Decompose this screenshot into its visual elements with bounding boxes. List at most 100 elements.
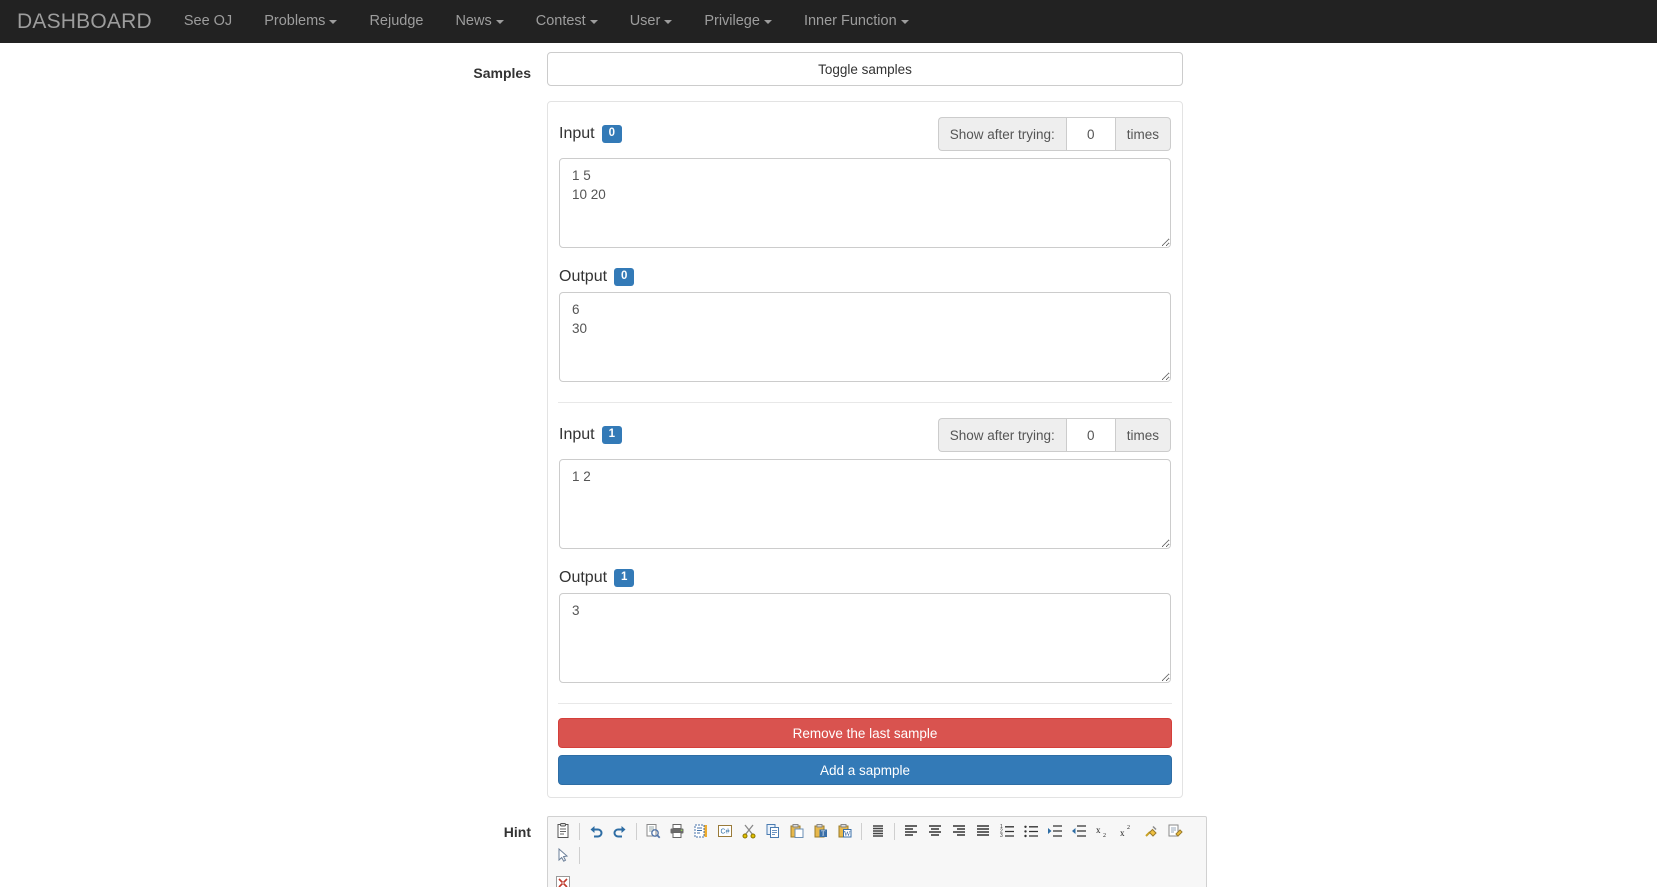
maximize-icon[interactable] — [552, 872, 574, 887]
sample-index-badge: 1 — [602, 426, 622, 444]
sample-input-textarea[interactable]: 1 5 10 20 — [559, 158, 1171, 248]
output-label: Output — [559, 268, 607, 286]
nav-item-problems[interactable]: Problems — [248, 0, 353, 43]
brand-dashboard[interactable]: DASHBOARD — [0, 0, 168, 43]
justify-block-icon[interactable] — [867, 820, 889, 842]
hint-field: C#TW123x2x2 H1ℱᴛTAABIUABC — [547, 816, 1207, 887]
preview-icon[interactable] — [642, 820, 664, 842]
top-navbar: DASHBOARD See OJ Problems Rejudge News Conte… — [0, 0, 1657, 43]
paste-text-icon[interactable]: T — [810, 820, 832, 842]
nav-item-label: Privilege — [704, 0, 760, 43]
nav-item-label: Problems — [264, 0, 325, 43]
sample-output-textarea[interactable]: 6 30 — [559, 292, 1171, 382]
nav-item-user[interactable]: User — [614, 0, 689, 43]
show-blocks-icon[interactable] — [690, 820, 712, 842]
nav-item-label: Rejudge — [369, 0, 423, 43]
times-label: times — [1116, 418, 1171, 452]
show-after-trying-input[interactable] — [1066, 117, 1116, 151]
sample-output-textarea[interactable]: 3 — [559, 593, 1171, 683]
times-label: times — [1116, 117, 1171, 151]
output-label-group: Output 1 — [559, 563, 1171, 593]
show-after-trying-group: Show after trying: times — [938, 117, 1171, 151]
chevron-down-icon — [901, 20, 909, 24]
nav-item-news[interactable]: News — [439, 0, 519, 43]
spacer — [559, 248, 1171, 262]
nav-item-label: See OJ — [184, 0, 232, 43]
paste-icon[interactable] — [786, 820, 808, 842]
nav-item-label: Inner Function — [804, 0, 897, 43]
add-sample-button[interactable]: Add a sapmple — [558, 755, 1172, 785]
nav-item-rejudge[interactable]: Rejudge — [353, 0, 439, 43]
edit-source-icon[interactable] — [1164, 820, 1186, 842]
align-left-icon[interactable] — [900, 820, 922, 842]
nav-item-inner-function[interactable]: Inner Function — [788, 0, 925, 43]
toolbar-separator — [636, 823, 637, 840]
sample-block: Input 1 Show after trying: times 1 2 Out… — [558, 417, 1172, 683]
toolbar-separator — [861, 823, 862, 840]
show-after-trying-input[interactable] — [1066, 418, 1116, 452]
problem-form: Samples Toggle samples Input 0 Show afte… — [0, 43, 1657, 887]
show-after-trying-group: Show after trying: times — [938, 418, 1171, 452]
nav-item-privilege[interactable]: Privilege — [688, 0, 788, 43]
samples-panel: Input 0 Show after trying: times 1 5 10 … — [547, 101, 1183, 798]
subscript-icon[interactable]: x2 — [1092, 820, 1114, 842]
samples-field: Toggle samples Input 0 Show after trying… — [547, 43, 1183, 798]
remove-last-sample-button[interactable]: Remove the last sample — [558, 718, 1172, 748]
indent-icon[interactable] — [1044, 820, 1066, 842]
toolbar-separator — [579, 847, 580, 864]
align-right-icon[interactable] — [948, 820, 970, 842]
source-code-icon[interactable]: C# — [714, 820, 736, 842]
outdent-icon[interactable] — [1068, 820, 1090, 842]
chevron-down-icon — [496, 20, 504, 24]
remove-format-icon[interactable] — [1140, 820, 1162, 842]
sample-divider — [558, 703, 1172, 704]
hint-rich-text-editor[interactable]: C#TW123x2x2 H1ℱᴛTAABIUABC — [547, 816, 1207, 887]
copy-icon[interactable] — [762, 820, 784, 842]
hint-row: Hint C#TW123x2x2 H1ℱᴛTAABIUABC — [0, 816, 1657, 887]
show-after-trying-label: Show after trying: — [938, 117, 1066, 151]
undo-icon[interactable] — [585, 820, 607, 842]
toolbar-separator — [894, 823, 895, 840]
samples-row: Samples Toggle samples Input 0 Show afte… — [0, 43, 1657, 798]
svg-text:2: 2 — [1103, 833, 1106, 839]
svg-text:3: 3 — [1000, 833, 1003, 839]
nav-item-label: News — [455, 0, 491, 43]
redo-icon[interactable] — [609, 820, 631, 842]
cut-icon[interactable] — [738, 820, 760, 842]
align-center-icon[interactable] — [924, 820, 946, 842]
align-justify-icon[interactable] — [972, 820, 994, 842]
nav-item-label: User — [630, 0, 661, 43]
sample-actions: Remove the last sample Add a sapmple — [558, 718, 1172, 785]
bulleted-list-icon[interactable] — [1020, 820, 1042, 842]
show-after-trying-label: Show after trying: — [938, 418, 1066, 452]
nav-item-contest[interactable]: Contest — [520, 0, 614, 43]
sample-input-textarea[interactable]: 1 2 — [559, 459, 1171, 549]
spacer — [559, 549, 1171, 563]
nav-item-see-oj[interactable]: See OJ — [168, 0, 248, 43]
svg-text:C#: C# — [721, 829, 730, 836]
output-label: Output — [559, 569, 607, 587]
svg-text:T: T — [821, 830, 826, 838]
numbered-list-icon[interactable]: 123 — [996, 820, 1018, 842]
svg-text:2: 2 — [1127, 825, 1130, 831]
print-icon[interactable] — [666, 820, 688, 842]
toggle-samples-button[interactable]: Toggle samples — [547, 52, 1183, 86]
editor-toolbar-row-1: C# T W 123 x2x2 — [548, 817, 1206, 869]
chevron-down-icon — [590, 20, 598, 24]
sample-block: Input 0 Show after trying: times 1 5 10 … — [558, 116, 1172, 382]
chevron-down-icon — [329, 20, 337, 24]
sample-input-header: Input 1 Show after trying: times — [559, 417, 1171, 453]
paste-word-icon[interactable]: W — [834, 820, 856, 842]
output-label-group: Output 0 — [559, 262, 1171, 292]
input-label-group: Input 0 — [559, 125, 622, 143]
hint-label: Hint — [0, 816, 547, 887]
superscript-icon[interactable]: x2 — [1116, 820, 1138, 842]
sample-divider — [558, 402, 1172, 403]
templates-icon[interactable] — [552, 820, 574, 842]
chevron-down-icon — [664, 20, 672, 24]
svg-text:W: W — [844, 830, 851, 838]
nav-item-label: Contest — [536, 0, 586, 43]
sample-input-header: Input 0 Show after trying: times — [559, 116, 1171, 152]
select-all-icon[interactable] — [552, 844, 574, 866]
editor-toolbar-row-2 — [548, 869, 1206, 887]
